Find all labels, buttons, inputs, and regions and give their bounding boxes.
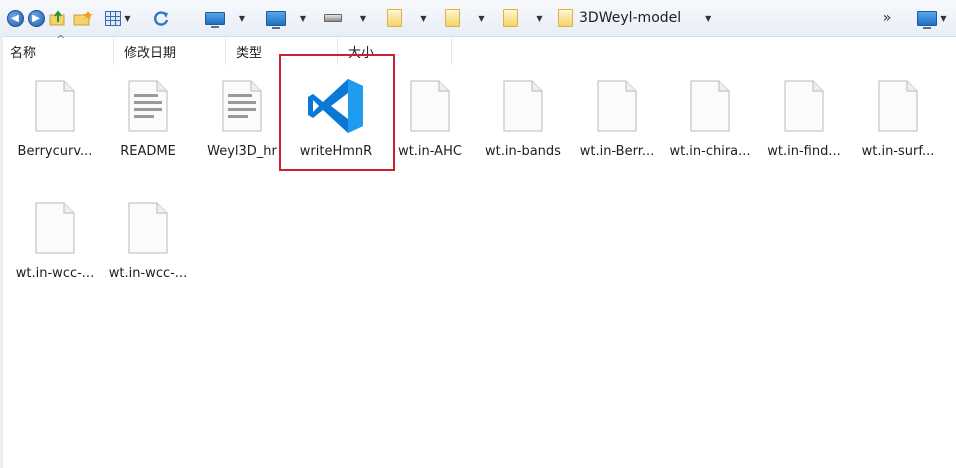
file-item[interactable]: README bbox=[102, 70, 194, 188]
change-view-button[interactable]: ▼ bbox=[912, 0, 952, 36]
forward-icon: ▶ bbox=[27, 9, 45, 27]
file-item[interactable]: wt.in-wcc-... bbox=[102, 192, 194, 310]
chevron-down-icon: ▼ bbox=[705, 13, 712, 23]
file-item[interactable]: wt.in-surf... bbox=[852, 70, 944, 188]
chevron-down-icon: ▼ bbox=[238, 13, 246, 23]
forward-button[interactable]: ▶ bbox=[27, 0, 45, 36]
up-folder-icon bbox=[49, 10, 65, 26]
blank-document-icon bbox=[503, 80, 543, 132]
column-header-date-label: 修改日期 bbox=[124, 45, 177, 61]
explorer-toolbar: ◀ ▶ ▼ ▼ ▼ ▼ ▼ ▼ ▼ 3DWeyl-model ▼ » ▼ bbox=[0, 0, 956, 37]
computer-icon bbox=[265, 10, 286, 29]
column-header-size-label: 大小 bbox=[348, 45, 375, 61]
file-name: README bbox=[120, 144, 176, 159]
file-name: Berrycurv... bbox=[17, 144, 93, 159]
file-item[interactable]: wt.in-Berr... bbox=[571, 70, 663, 188]
sort-ascending-icon: ^ bbox=[56, 33, 66, 46]
chevron-down-icon: ▼ bbox=[299, 13, 307, 23]
column-header-bar: 名称 ^ 修改日期 类型 大小 bbox=[0, 33, 956, 65]
back-button[interactable]: ◀ bbox=[6, 0, 24, 36]
column-header-date[interactable]: 修改日期 bbox=[114, 37, 226, 65]
pane-border bbox=[0, 36, 3, 468]
column-header-name[interactable]: 名称 ^ bbox=[0, 33, 114, 65]
file-name: wt.in-AHC bbox=[398, 144, 462, 159]
chevron-down-icon: ▼ bbox=[124, 13, 131, 23]
chevron-down-icon: ▼ bbox=[536, 13, 543, 23]
desktop-breadcrumb[interactable]: ▼ bbox=[200, 0, 250, 36]
file-item[interactable]: Berrycurv... bbox=[9, 70, 101, 188]
column-header-type[interactable]: 类型 bbox=[226, 37, 338, 65]
back-icon: ◀ bbox=[6, 9, 24, 27]
file-name: writeHmnR bbox=[299, 144, 373, 159]
file-name: wt.in-bands bbox=[485, 144, 561, 159]
file-item[interactable]: Weyl3D_hr bbox=[196, 70, 288, 188]
folder-breadcrumb-3[interactable]: ▼ bbox=[500, 0, 546, 36]
file-item[interactable]: wt.in-chira... bbox=[664, 70, 756, 188]
file-name: Weyl3D_hr bbox=[207, 144, 277, 159]
file-item[interactable]: wt.in-bands bbox=[477, 70, 569, 188]
overflow-button[interactable]: » bbox=[878, 0, 896, 36]
current-folder-breadcrumb[interactable]: 3DWeyl-model ▼ bbox=[558, 0, 718, 36]
file-name: wt.in-Berr... bbox=[579, 144, 655, 159]
blank-document-icon bbox=[597, 80, 637, 132]
text-document-icon bbox=[128, 80, 168, 132]
blank-document-icon bbox=[35, 202, 75, 254]
drive-icon bbox=[323, 14, 342, 22]
overflow-icon: » bbox=[882, 10, 892, 26]
chevron-down-icon: ▼ bbox=[478, 13, 485, 23]
new-folder-button[interactable] bbox=[72, 0, 94, 36]
folder-icon bbox=[387, 9, 403, 27]
blank-document-icon bbox=[878, 80, 918, 132]
blank-document-icon bbox=[410, 80, 450, 132]
desktop-icon bbox=[204, 11, 225, 28]
column-header-type-label: 类型 bbox=[236, 45, 263, 61]
file-name: wt.in-wcc-... bbox=[108, 266, 188, 281]
new-folder-icon bbox=[73, 11, 93, 26]
refresh-icon bbox=[154, 11, 169, 26]
file-item[interactable]: writeHmnR bbox=[290, 70, 382, 188]
current-folder-label: 3DWeyl-model bbox=[579, 10, 682, 26]
blank-document-icon bbox=[690, 80, 730, 132]
file-item[interactable]: wt.in-find... bbox=[758, 70, 850, 188]
file-name: wt.in-wcc-... bbox=[15, 266, 95, 281]
file-item[interactable]: wt.in-AHC bbox=[384, 70, 476, 188]
monitor-icon bbox=[917, 10, 938, 29]
chevron-down-icon: ▼ bbox=[420, 13, 427, 23]
blank-document-icon bbox=[35, 80, 75, 132]
blank-document-icon bbox=[128, 202, 168, 254]
computer-breadcrumb[interactable]: ▼ bbox=[262, 0, 310, 36]
view-options-button[interactable]: ▼ bbox=[100, 0, 136, 36]
file-name: wt.in-surf... bbox=[861, 144, 935, 159]
blank-document-icon bbox=[784, 80, 824, 132]
refresh-button[interactable] bbox=[150, 0, 172, 36]
column-header-size[interactable]: 大小 bbox=[338, 37, 452, 65]
file-name: wt.in-find... bbox=[767, 144, 841, 159]
text-document-icon bbox=[222, 80, 262, 132]
folder-icon bbox=[445, 9, 461, 27]
folder-breadcrumb-1[interactable]: ▼ bbox=[384, 0, 430, 36]
up-folder-button[interactable] bbox=[48, 0, 68, 36]
folder-icon bbox=[558, 9, 573, 27]
view-grid-icon bbox=[105, 10, 122, 26]
vscode-icon bbox=[308, 79, 363, 133]
chevron-down-icon: ▼ bbox=[940, 13, 947, 23]
column-header-name-label: 名称 bbox=[10, 45, 37, 61]
folder-breadcrumb-2[interactable]: ▼ bbox=[442, 0, 488, 36]
chevron-down-icon: ▼ bbox=[359, 13, 367, 23]
file-item[interactable]: wt.in-wcc-... bbox=[9, 192, 101, 310]
drive-breadcrumb[interactable]: ▼ bbox=[322, 0, 368, 36]
file-name: wt.in-chira... bbox=[669, 144, 751, 159]
folder-icon bbox=[503, 9, 519, 27]
